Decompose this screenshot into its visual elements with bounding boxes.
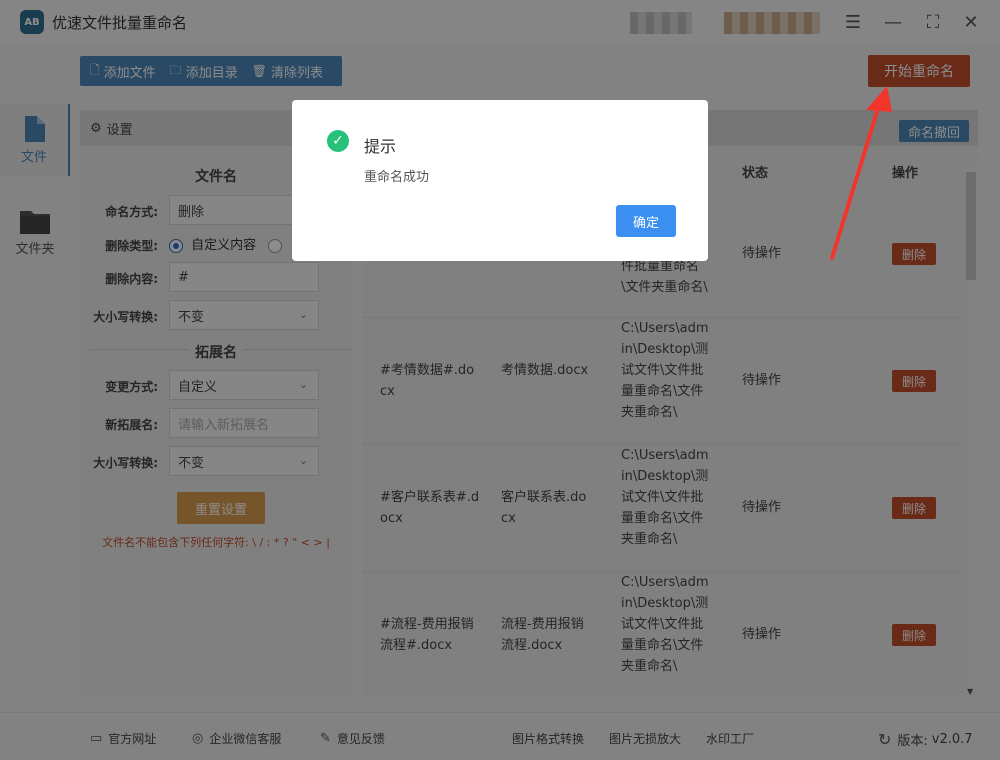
annotation-arrow-icon (830, 86, 892, 260)
